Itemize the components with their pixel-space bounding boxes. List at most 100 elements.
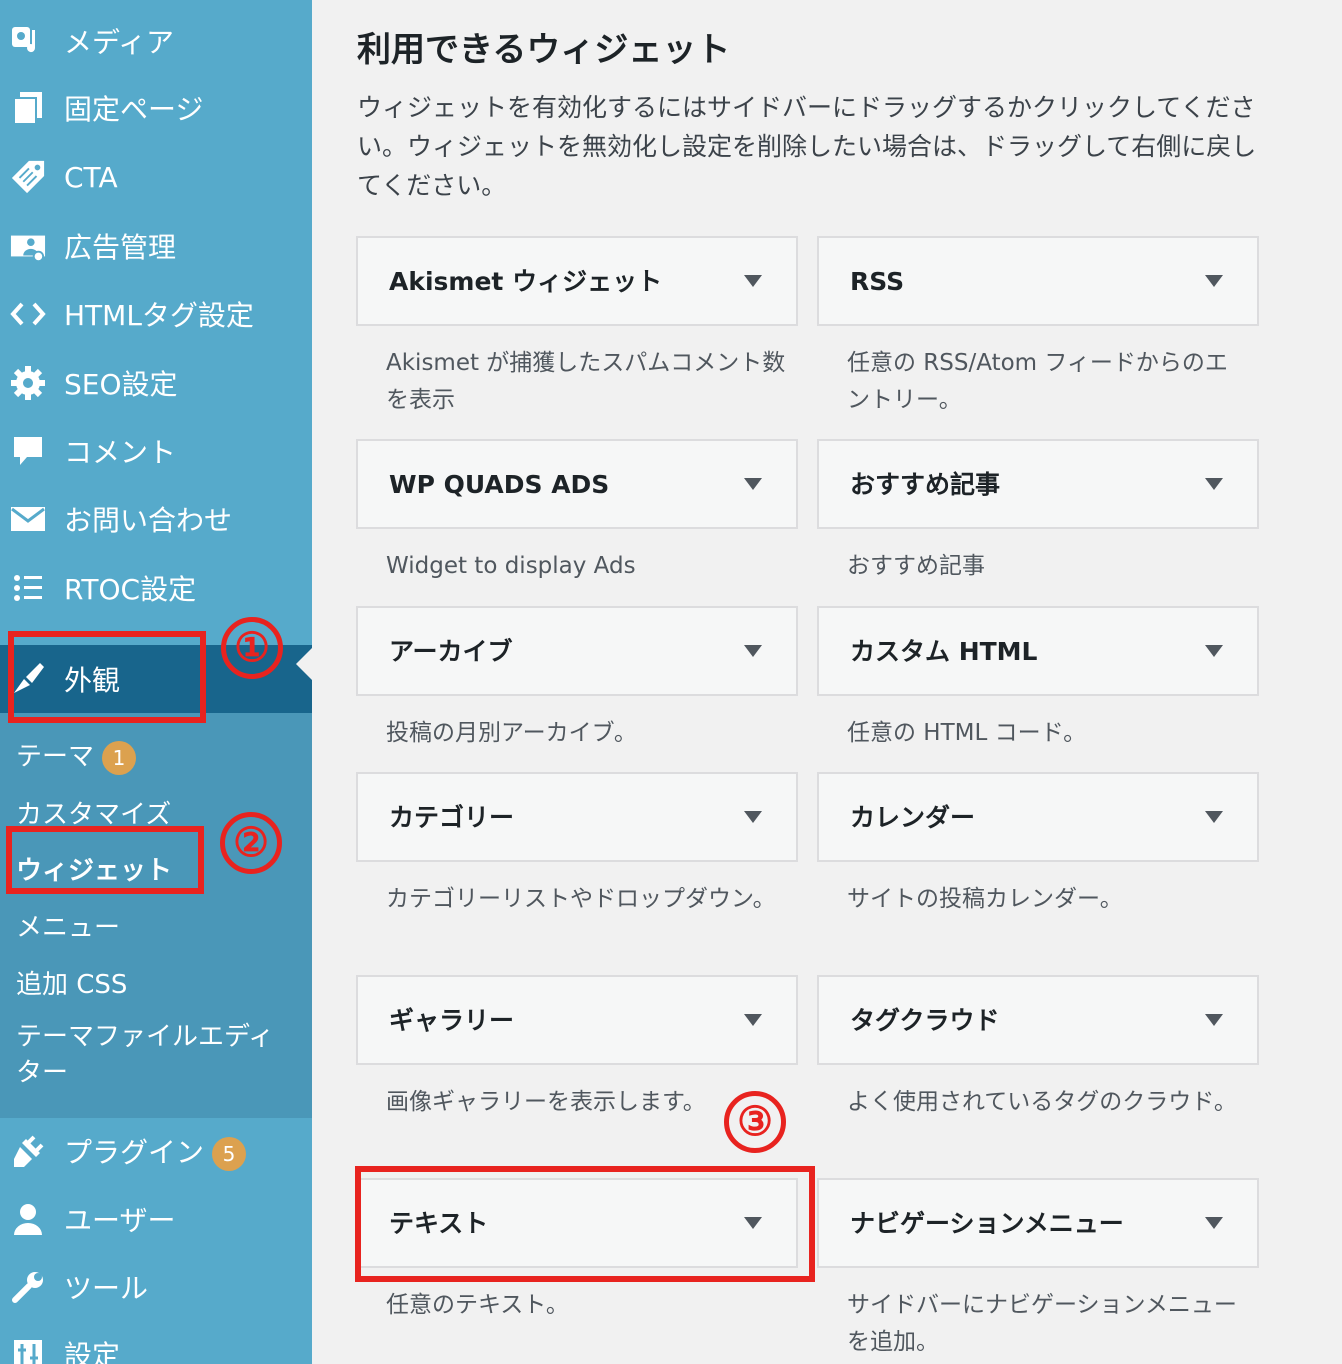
widget-description: Akismet が捕獲したスパムコメント数を表示 (386, 350, 786, 413)
plugin-update-badge: 5 (212, 1137, 247, 1171)
widget-tag-cloud[interactable]: タグクラウド (817, 975, 1259, 1065)
menu-tools[interactable]: ツール (0, 1255, 312, 1319)
dropdown-arrow-icon[interactable] (1205, 1014, 1223, 1026)
widgets-main: 利用できるウィジェット ウィジェットを有効化するにはサイドバーにドラッグするかク… (312, 0, 1342, 1364)
widget-description: 任意のテキスト。 (386, 1292, 569, 1318)
widget-title: アーカイブ (389, 637, 513, 666)
menu-plugins-label: プラグイン 5 (64, 1131, 247, 1171)
widget-description: 任意の HTML コード。 (847, 720, 1087, 746)
widget-title: ギャラリー (389, 1006, 515, 1035)
submenu-additional-css[interactable]: 追加 CSS (16, 964, 127, 1001)
dropdown-arrow-icon[interactable] (1205, 811, 1223, 823)
plugin-icon (10, 1133, 46, 1169)
widget-title: タグクラウド (850, 1006, 1000, 1035)
widget-rss[interactable]: RSS (817, 236, 1259, 326)
widgets-description: ウィジェットを有効化するにはサイドバーにドラッグするかクリックしてください。ウィ… (357, 93, 1257, 200)
widget-description: Widget to display Ads (386, 553, 636, 579)
update-count-badge: 1 (102, 740, 137, 775)
submenu-themes-label: テーマ (16, 742, 95, 772)
menu-pages-label: 固定ページ (64, 93, 204, 126)
menu-ads-label: 広告管理 (64, 231, 177, 264)
widget-description: よく使用されているタグのクラウド。 (847, 1089, 1237, 1115)
annotation-box-appearance (8, 631, 206, 723)
menu-users[interactable]: ユーザー (0, 1187, 312, 1251)
menu-plugins[interactable]: プラグイン 5 (0, 1119, 312, 1183)
dropdown-arrow-icon[interactable] (744, 478, 762, 490)
menu-comments-label: コメント (64, 436, 177, 469)
tag-icon (10, 159, 46, 195)
dropdown-arrow-icon[interactable] (1205, 275, 1223, 287)
pages-icon (10, 90, 46, 126)
menu-pages[interactable]: 固定ページ (0, 76, 312, 140)
widget-description: 投稿の月別アーカイブ。 (386, 720, 637, 746)
menu-html-tags[interactable]: HTMLタグ設定 (0, 282, 312, 346)
submenu-theme-editor-label-line2: ター (16, 1058, 69, 1088)
widget-archives[interactable]: アーカイブ (356, 606, 798, 696)
list-icon (10, 570, 46, 606)
submenu-themes[interactable]: テーマ 1 (16, 736, 137, 775)
annotation-number-3: ③ (724, 1091, 786, 1153)
dropdown-arrow-icon[interactable] (1205, 645, 1223, 657)
widget-gallery[interactable]: ギャラリー (356, 975, 798, 1065)
ads-icon (10, 228, 46, 264)
annotation-number-2: ② (220, 812, 282, 874)
widget-description: サイトの投稿カレンダー。 (847, 886, 1123, 912)
menu-ads[interactable]: 広告管理 (0, 214, 312, 278)
mail-icon (10, 501, 46, 537)
widget-navigation-menu[interactable]: ナビゲーションメニュー (817, 1178, 1259, 1268)
menu-contact[interactable]: お問い合わせ (0, 487, 312, 551)
widget-description: 任意の RSS/Atom フィードからのエントリー。 (847, 350, 1228, 413)
dropdown-arrow-icon[interactable] (744, 275, 762, 287)
wrench-icon (10, 1269, 46, 1305)
dropdown-arrow-icon[interactable] (1205, 1217, 1223, 1229)
menu-seo-label: SEO設定 (64, 368, 178, 401)
widget-description: おすすめ記事 (847, 553, 985, 579)
widget-title: おすすめ記事 (850, 470, 1001, 499)
dropdown-arrow-icon[interactable] (744, 811, 762, 823)
widget-title: RSS (850, 267, 905, 296)
annotation-number-1: ① (221, 617, 283, 679)
widget-recommended-posts[interactable]: おすすめ記事 (817, 439, 1259, 529)
media-icon (10, 23, 46, 59)
menu-cta-label: CTA (64, 160, 118, 194)
widget-custom-html[interactable]: カスタム HTML (817, 606, 1259, 696)
widget-calendar[interactable]: カレンダー (817, 772, 1259, 862)
menu-seo[interactable]: SEO設定 (0, 351, 312, 415)
page-title: 利用できるウィジェット (357, 30, 731, 70)
dropdown-arrow-icon[interactable] (744, 1014, 762, 1026)
menu-media-label: メディア (64, 26, 175, 59)
widget-description: カテゴリーリストやドロップダウン。 (386, 886, 776, 912)
widget-akismet[interactable]: Akismet ウィジェット (356, 236, 798, 326)
menu-settings[interactable]: 設定 (0, 1322, 312, 1364)
menu-tools-label: ツール (64, 1272, 149, 1305)
menu-html-tags-label: HTMLタグ設定 (64, 299, 254, 332)
widget-title: Akismet ウィジェット (389, 267, 663, 296)
dropdown-arrow-icon[interactable] (1205, 478, 1223, 490)
submenu-theme-editor-label: テーマファイルエディ (16, 1022, 275, 1052)
widget-title: カレンダー (850, 803, 976, 832)
gear-icon (10, 365, 46, 401)
settings-icon (10, 1336, 46, 1364)
submenu-theme-editor[interactable]: テーマファイルエディ ター (16, 1019, 274, 1091)
annotation-box-text-widget (355, 1166, 815, 1282)
menu-media[interactable]: メディア (0, 9, 312, 73)
comment-icon (10, 433, 46, 469)
widget-title: カテゴリー (389, 803, 515, 832)
widget-title: カスタム HTML (850, 637, 1038, 666)
menu-rtoc-label: RTOC設定 (64, 573, 197, 606)
menu-comments[interactable]: コメント (0, 419, 312, 483)
submenu-menus[interactable]: メニュー (16, 907, 120, 944)
menu-users-label: ユーザー (64, 1204, 176, 1237)
widget-title: ナビゲーションメニュー (850, 1209, 1124, 1238)
appearance-submenu: テーマ 1 カスタマイズ ウィジェット メニュー 追加 CSS テーマファイルエデ… (0, 713, 312, 1118)
current-menu-arrow (296, 648, 312, 680)
menu-cta[interactable]: CTA (0, 145, 312, 209)
dropdown-arrow-icon[interactable] (744, 645, 762, 657)
menu-contact-label: お問い合わせ (64, 504, 233, 537)
code-icon (10, 296, 46, 332)
menu-rtoc[interactable]: RTOC設定 (0, 556, 312, 620)
user-icon (10, 1201, 46, 1237)
widget-title: WP QUADS ADS (389, 470, 610, 499)
widget-categories[interactable]: カテゴリー (356, 772, 798, 862)
widget-wp-quads-ads[interactable]: WP QUADS ADS (356, 439, 798, 529)
